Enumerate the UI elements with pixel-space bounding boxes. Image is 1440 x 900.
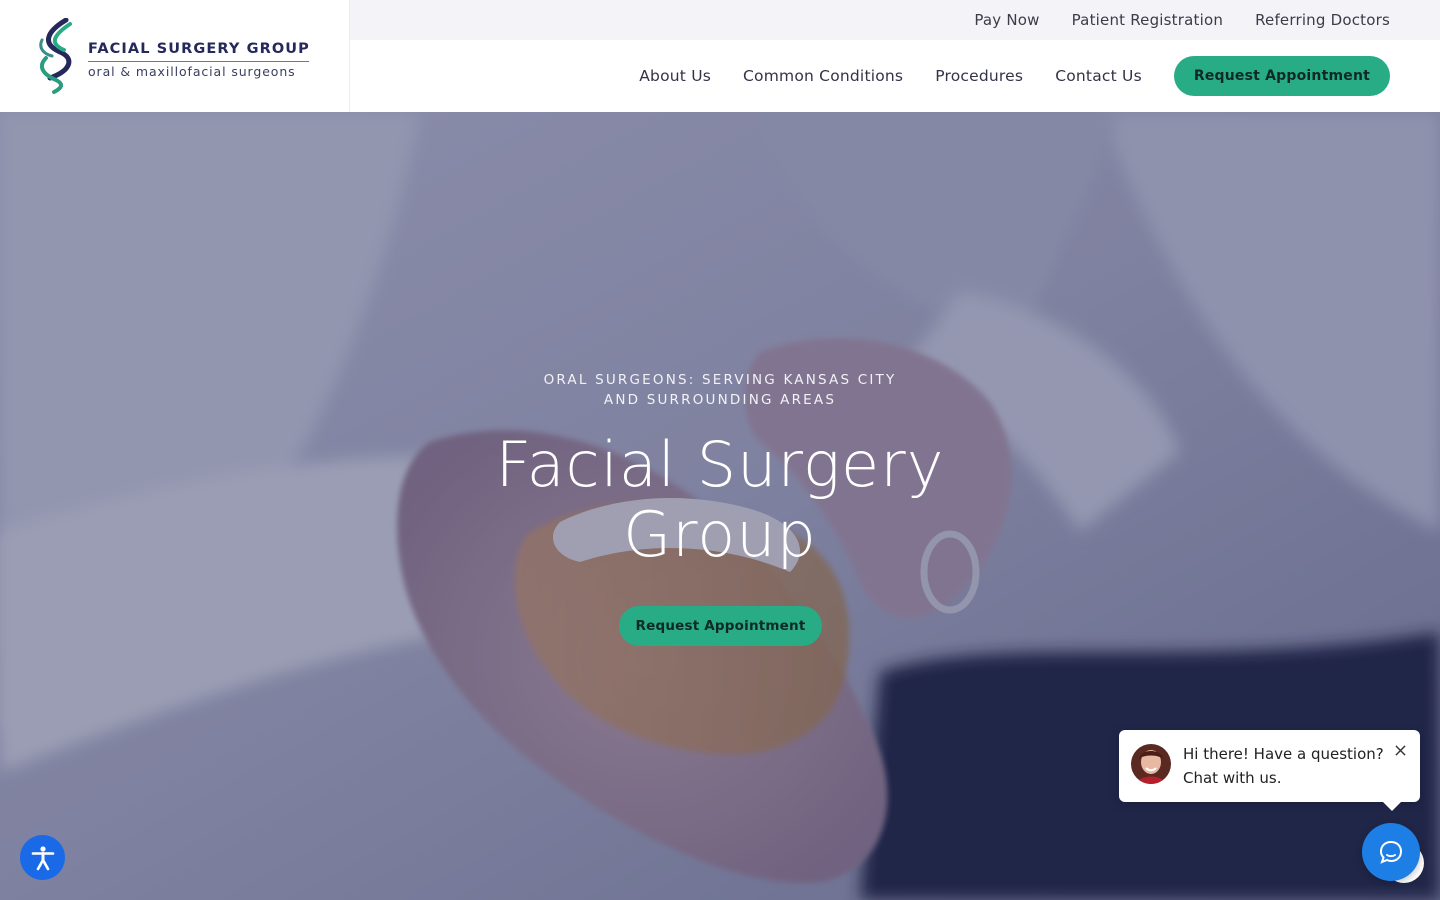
hero-eyebrow-line-1: ORAL SURGEONS: SERVING KANSAS CITY [543, 372, 897, 388]
nav-contact-us[interactable]: Contact Us [1055, 67, 1142, 85]
chat-bubble-icon [1379, 840, 1403, 864]
hero-request-appointment-button[interactable]: Request Appointment [619, 606, 822, 646]
utility-bar: Pay Now Patient Registration Referring D… [350, 0, 1440, 40]
logo-title: FACIAL SURGERY GROUP [88, 41, 310, 57]
hero-eyebrow-line-2: AND SURROUNDING AREAS [603, 392, 837, 408]
hero-title-line-1: Facial Surgery [495, 428, 945, 501]
chat-message-line-1: Hi there! Have a question? [1183, 745, 1384, 763]
accessibility-button[interactable] [20, 835, 65, 880]
nav-procedures[interactable]: Procedures [935, 67, 1023, 85]
chat-launcher-button[interactable] [1362, 823, 1420, 881]
referring-doctors-link[interactable]: Referring Doctors [1255, 11, 1390, 29]
logo-subtitle: oral & maxillofacial surgeons [88, 64, 296, 79]
chat-message-line-2: Chat with us. [1183, 769, 1282, 787]
hero-title-line-2: Group [623, 498, 817, 571]
patient-registration-link[interactable]: Patient Registration [1072, 11, 1223, 29]
chat-agent-avatar [1131, 744, 1171, 784]
chat-message: Hi there! Have a question? Chat with us. [1183, 742, 1393, 790]
accessibility-icon [31, 845, 54, 870]
hero-eyebrow: ORAL SURGEONS: SERVING KANSAS CITY AND S… [520, 370, 920, 410]
logo-text: FACIAL SURGERY GROUP oral & maxillofacia… [88, 40, 312, 79]
pay-now-link[interactable]: Pay Now [974, 11, 1039, 29]
utility-nav: Pay Now Patient Registration Referring D… [974, 0, 1390, 40]
main-nav: About Us Common Conditions Procedures Co… [639, 40, 1390, 112]
logo-helix-icon [39, 18, 72, 94]
nav-common-conditions[interactable]: Common Conditions [743, 67, 903, 85]
chat-greeting-popup[interactable]: Hi there! Have a question? Chat with us. [1119, 730, 1420, 811]
main-nav-bar: About Us Common Conditions Procedures Co… [350, 40, 1440, 112]
logo-link[interactable]: FACIAL SURGERY GROUP oral & maxillofacia… [0, 0, 350, 112]
site-header: FACIAL SURGERY GROUP oral & maxillofacia… [0, 0, 1440, 112]
nav-about-us[interactable]: About Us [639, 67, 711, 85]
request-appointment-button[interactable]: Request Appointment [1173, 56, 1390, 96]
hero-title: Facial Surgery Group [440, 430, 1000, 570]
close-icon[interactable] [1392, 742, 1408, 758]
logo-divider [88, 61, 309, 62]
